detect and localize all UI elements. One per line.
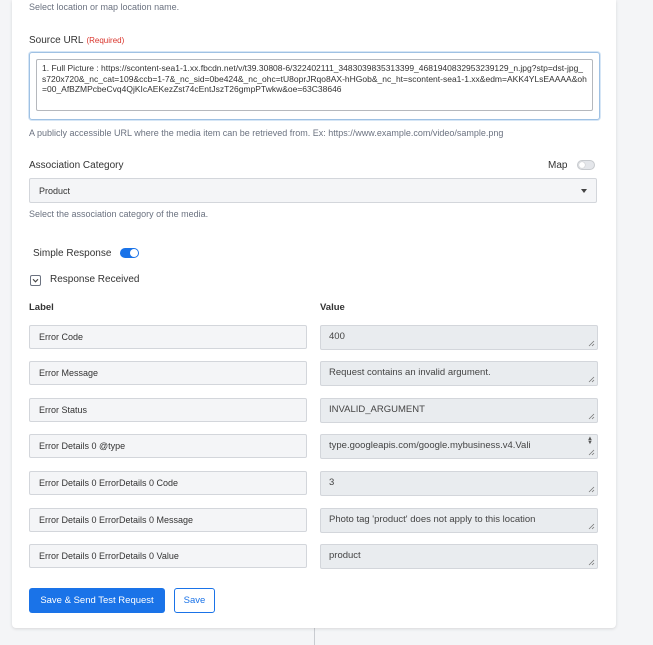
row-value-text: product bbox=[329, 550, 361, 561]
row-label-error-details-value[interactable]: Error Details 0 ErrorDetails 0 Value bbox=[29, 544, 307, 568]
resize-handle-icon[interactable] bbox=[588, 559, 595, 566]
source-url-hint: A publicly accessible URL where the medi… bbox=[29, 128, 504, 138]
resize-handle-icon[interactable] bbox=[588, 449, 595, 456]
resize-handle-icon[interactable] bbox=[588, 413, 595, 420]
source-url-value[interactable]: 1. Full Picture : https://scontent-sea1-… bbox=[36, 59, 593, 111]
required-badge: (Required) bbox=[86, 36, 125, 45]
source-url-label: Source URL (Required) bbox=[29, 35, 125, 46]
row-value-text: Request contains an invalid argument. bbox=[329, 367, 491, 378]
row-label-error-details-message[interactable]: Error Details 0 ErrorDetails 0 Message bbox=[29, 508, 307, 532]
row-value-text: 3 bbox=[329, 477, 335, 488]
simple-response-toggle[interactable] bbox=[120, 248, 139, 258]
row-value-text: Photo tag 'product' does not apply to th… bbox=[329, 514, 536, 525]
resize-handle-icon[interactable] bbox=[588, 340, 595, 347]
row-label-error-status[interactable]: Error Status bbox=[29, 398, 307, 422]
resize-handle-icon[interactable] bbox=[588, 376, 595, 383]
row-value-error-details-message[interactable]: Photo tag 'product' does not apply to th… bbox=[320, 508, 598, 533]
row-value-text: INVALID_ARGUMENT bbox=[329, 404, 425, 415]
row-label-error-code[interactable]: Error Code bbox=[29, 325, 307, 349]
row-value-error-status[interactable]: INVALID_ARGUMENT bbox=[320, 398, 598, 423]
chevron-down-icon bbox=[32, 278, 39, 283]
config-card: Select location or map location name. So… bbox=[12, 0, 616, 628]
association-category-hint: Select the association category of the m… bbox=[29, 209, 209, 219]
row-value-error-details-code[interactable]: 3 bbox=[320, 471, 598, 496]
value-column-header: Value bbox=[320, 302, 345, 313]
map-toggle[interactable] bbox=[577, 160, 595, 170]
row-value-error-message[interactable]: Request contains an invalid argument. bbox=[320, 361, 598, 386]
simple-response-label: Simple Response bbox=[33, 248, 112, 259]
resize-handle-icon[interactable] bbox=[588, 523, 595, 530]
association-category-value: Product bbox=[39, 186, 71, 196]
source-url-field[interactable]: 1. Full Picture : https://scontent-sea1-… bbox=[29, 52, 600, 120]
row-label-error-details-type[interactable]: Error Details 0 @type bbox=[29, 434, 307, 458]
label-column-header: Label bbox=[29, 302, 54, 313]
map-label: Map bbox=[548, 160, 568, 171]
row-label-error-message[interactable]: Error Message bbox=[29, 361, 307, 385]
chevron-down-icon bbox=[581, 189, 587, 193]
save-and-send-test-request-button[interactable]: Save & Send Test Request bbox=[29, 588, 165, 613]
row-value-error-details-type[interactable]: type.googleapis.com/google.mybusiness.v4… bbox=[320, 434, 598, 459]
row-value-error-code[interactable]: 400 bbox=[320, 325, 598, 350]
association-category-select[interactable]: Product bbox=[29, 178, 597, 203]
row-value-error-details-value[interactable]: product bbox=[320, 544, 598, 569]
save-button[interactable]: Save bbox=[174, 588, 215, 613]
response-received-label: Response Received bbox=[50, 274, 140, 285]
simple-response-toggle-knob bbox=[130, 249, 138, 257]
association-category-label: Association Category bbox=[29, 160, 124, 171]
location-hint: Select location or map location name. bbox=[29, 2, 180, 12]
map-toggle-knob bbox=[579, 162, 585, 168]
resize-handle-icon[interactable] bbox=[588, 486, 595, 493]
row-label-error-details-code[interactable]: Error Details 0 ErrorDetails 0 Code bbox=[29, 471, 307, 495]
scroll-arrows-icon[interactable]: ▲ ▼ bbox=[587, 436, 594, 446]
row-value-text: type.googleapis.com/google.mybusiness.v4… bbox=[329, 440, 531, 451]
response-received-expand-toggle[interactable] bbox=[30, 275, 41, 286]
row-value-text: 400 bbox=[329, 331, 345, 342]
